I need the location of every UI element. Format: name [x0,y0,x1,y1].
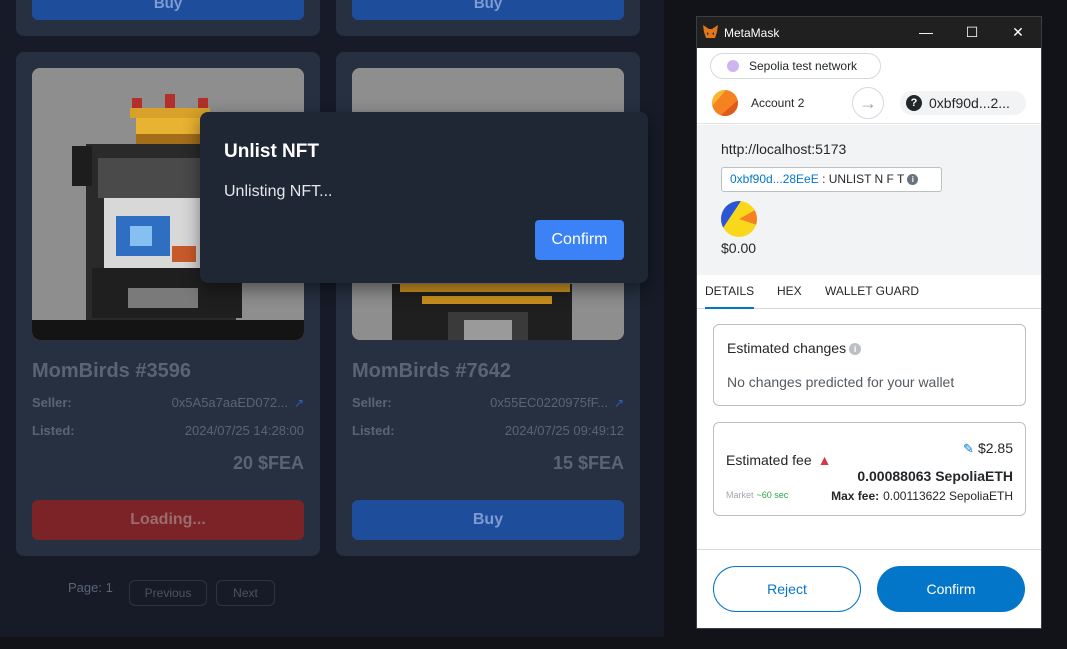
external-link-icon[interactable]: ↗ [614,396,624,410]
buy-button[interactable]: Buy [352,0,624,20]
listed-value: 2024/07/25 14:28:00 [184,423,304,438]
estimated-changes-label: Estimated changes [727,340,847,356]
transaction-amount: $0.00 [721,240,757,256]
modal-title: Unlist NFT [224,141,319,162]
nft-title: MomBirds #7642 [352,360,511,382]
market-time: ~60 sec [756,490,789,500]
marketplace-app: Buy Buy MomBirds #3596 Seller: 0x5A5a7aa… [0,0,664,637]
seller-label: Seller: [32,395,72,410]
max-fee-label: Max fee: [831,489,880,503]
footer-divider [697,549,1041,550]
listed-label: Listed: [352,423,395,438]
network-dot-icon [727,60,739,72]
window-title: MetaMask [724,26,780,40]
arrow-right-icon: → [852,87,884,119]
tab-hex[interactable]: HEX [777,284,802,298]
max-fee-value: 0.00113622 SepoliaETH [883,489,1013,503]
fee-eth: 0.00088063 SepoliaETH [857,468,1013,484]
estimated-fee-label: Estimated fee [726,452,812,468]
network-name: Sepolia test network [749,59,858,73]
origin-url: http://localhost:5173 [721,141,847,157]
next-button[interactable]: Next [216,580,275,606]
recipient-address: 0xbf90d...2... [929,95,1010,111]
method-name: UNLIST N F T [828,172,905,186]
metamask-window: MetaMask — ☐ ✕ Sepolia test network Acco… [696,16,1042,629]
nft-price: 15 $FEA [552,453,624,473]
token-icon [721,201,757,237]
listed-label: Listed: [32,423,75,438]
transaction-summary: http://localhost:5173 0xbf90d...28EeE : … [697,125,1041,275]
nft-card-top-right: Buy [336,0,640,36]
nft-title: MomBirds #3596 [32,360,191,382]
page-indicator: Page: 1 [68,580,113,595]
seller-value: 0x5A5a7aaED072... ↗ [172,395,304,410]
info-icon[interactable]: i [907,174,919,186]
contract-method-box[interactable]: 0xbf90d...28EeE : UNLIST N F Ti [721,167,942,192]
external-link-icon[interactable]: ↗ [294,396,304,410]
seller-address: 0x55EC0220975fF... [490,395,608,410]
previous-button[interactable]: Previous [129,580,207,606]
question-icon: ? [906,95,922,111]
info-icon[interactable]: i [849,343,862,356]
market-label: Market [726,490,754,500]
nft-price: 20 $FEA [232,453,304,473]
account-bar: Account 2 → ? 0xbf90d...2... [697,84,1041,124]
modal-confirm-button[interactable]: Confirm [535,220,624,260]
tab-bar: DETAILS HEX WALLET GUARD [697,275,1041,309]
estimated-fee-box: Estimated fee ▲ ✎ $2.85 0.00088063 Sepolia… [713,422,1026,516]
close-icon[interactable]: ✕ [995,17,1041,48]
tab-wallet-guard[interactable]: WALLET GUARD [825,284,919,298]
max-fee: Max fee: 0.00113622 SepoliaETH [831,489,1013,503]
confirm-button[interactable]: Confirm [877,566,1025,612]
listed-value: 2024/07/25 09:49:12 [504,423,624,438]
metamask-fox-icon [703,25,718,38]
fee-fiat: $2.85 [977,440,1013,456]
estimated-changes-title: Estimated changes i [727,340,862,356]
tab-details[interactable]: DETAILS [705,284,755,309]
method-separator: : [818,172,829,186]
buy-button[interactable]: Buy [32,0,304,20]
seller-address: 0x5A5a7aaED072... [171,395,288,410]
seller-value: 0x55EC0220975fF... ↗ [490,395,624,410]
recipient-pill[interactable]: ? 0xbf90d...2... [900,91,1026,115]
seller-label: Seller: [352,395,392,410]
estimated-fee-title: Estimated fee ▲ [726,452,831,468]
account-name: Account 2 [751,96,805,110]
maximize-icon[interactable]: ☐ [949,17,995,48]
fee-fiat-row[interactable]: ✎ $2.85 [963,440,1013,457]
window-titlebar: MetaMask — ☐ ✕ [697,17,1041,48]
contract-address[interactable]: 0xbf90d...28EeE [730,172,819,186]
account-avatar [712,90,738,116]
unlist-modal: Unlist NFT Unlisting NFT... Confirm [200,112,648,283]
network-selector[interactable]: Sepolia test network [710,53,881,79]
warning-icon[interactable]: ▲ [818,452,832,468]
minimize-icon[interactable]: — [903,17,949,48]
estimated-changes-box: Estimated changes i No changes predicted … [713,324,1026,406]
nft-card-top-left: Buy [16,0,320,36]
edit-icon[interactable]: ✎ [963,441,974,456]
fee-market: Market ~60 sec [726,490,788,500]
modal-message: Unlisting NFT... [224,183,333,200]
estimated-changes-text: No changes predicted for your wallet [727,374,955,390]
buy-button[interactable]: Buy [352,500,624,540]
reject-button[interactable]: Reject [713,566,861,612]
loading-button[interactable]: Loading... [32,500,304,540]
